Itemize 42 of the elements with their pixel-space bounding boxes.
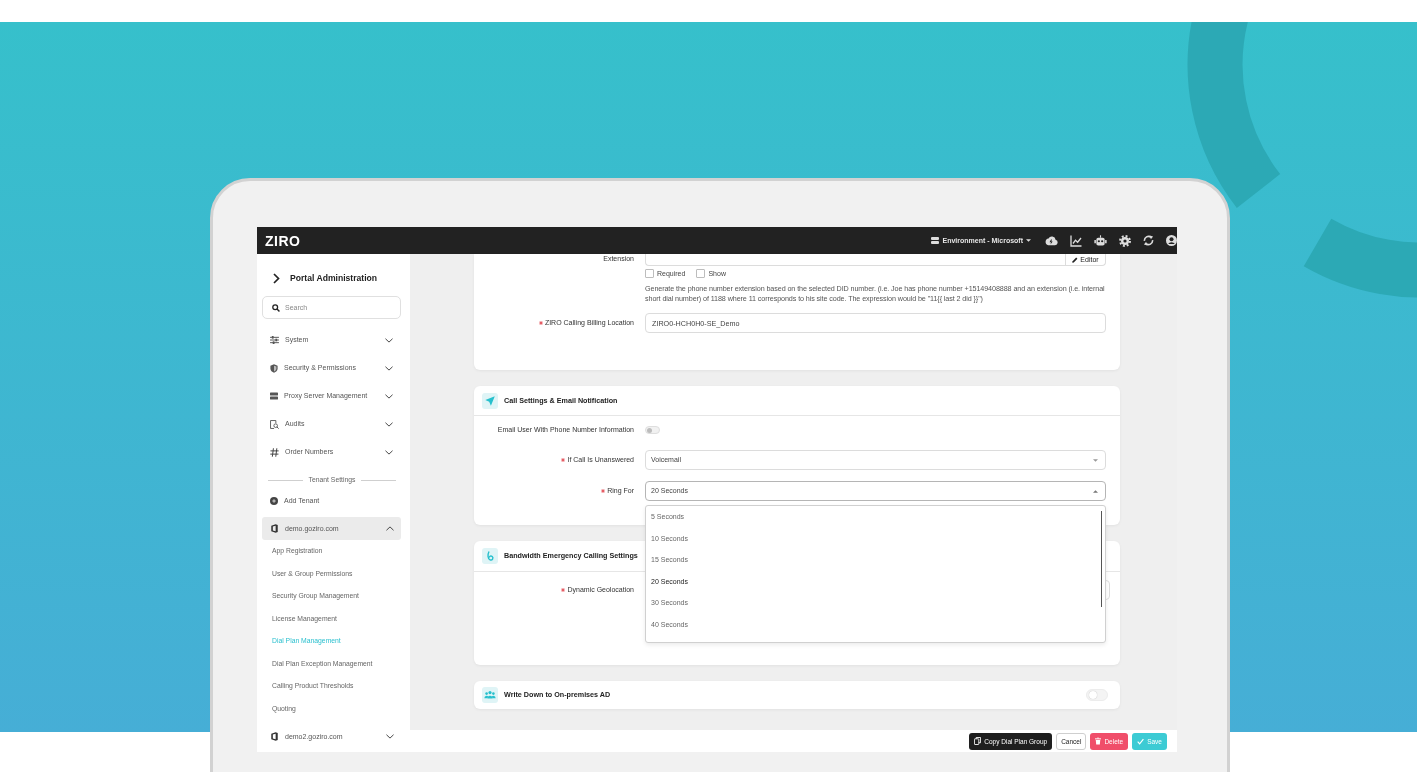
send-icon bbox=[482, 392, 498, 409]
checkbox[interactable] bbox=[696, 269, 706, 278]
check-icon bbox=[1137, 737, 1145, 745]
trash-icon bbox=[1095, 737, 1102, 745]
settings-icon[interactable] bbox=[1119, 234, 1131, 247]
door-icon bbox=[271, 732, 278, 741]
chevron-down-icon bbox=[385, 337, 393, 343]
pencil-icon bbox=[1072, 256, 1079, 263]
chevron-right-icon[interactable] bbox=[273, 272, 280, 284]
door-icon bbox=[271, 524, 278, 533]
swirl-icon bbox=[482, 548, 498, 564]
caret-down-icon bbox=[1093, 458, 1098, 462]
plus-circle-icon bbox=[270, 497, 278, 505]
server-icon bbox=[270, 392, 278, 400]
sidebar-title: Portal Administration bbox=[290, 272, 378, 284]
shield-icon bbox=[270, 363, 278, 373]
toggle-switch[interactable] bbox=[1086, 689, 1108, 701]
chevron-down-icon bbox=[385, 393, 393, 399]
search-icon bbox=[272, 303, 280, 312]
chevron-down-icon bbox=[385, 421, 393, 427]
hash-icon bbox=[270, 447, 279, 457]
chevron-down-icon bbox=[386, 734, 394, 739]
document-search-icon bbox=[270, 419, 279, 429]
input-field[interactable] bbox=[645, 254, 1065, 266]
cloud-icon[interactable] bbox=[1045, 235, 1058, 246]
robot-icon[interactable] bbox=[1094, 235, 1107, 246]
line-chart-icon[interactable] bbox=[1070, 234, 1082, 247]
toggle-switch[interactable] bbox=[645, 426, 660, 434]
scrollbar[interactable] bbox=[1100, 511, 1102, 607]
logo: ZIRO bbox=[265, 232, 301, 249]
chevron-down-icon bbox=[385, 449, 393, 455]
refresh-icon[interactable] bbox=[1143, 235, 1154, 246]
copy-icon bbox=[974, 737, 982, 745]
user-icon[interactable] bbox=[1166, 235, 1177, 246]
chevron-down-icon bbox=[385, 365, 393, 371]
chevron-up-icon bbox=[386, 526, 394, 531]
sliders-icon bbox=[270, 336, 279, 344]
checkbox[interactable] bbox=[645, 269, 654, 278]
caret-up-icon bbox=[1093, 489, 1098, 493]
stack-icon bbox=[931, 237, 940, 244]
people-icon bbox=[482, 687, 498, 703]
caret-down-icon bbox=[1026, 239, 1031, 242]
